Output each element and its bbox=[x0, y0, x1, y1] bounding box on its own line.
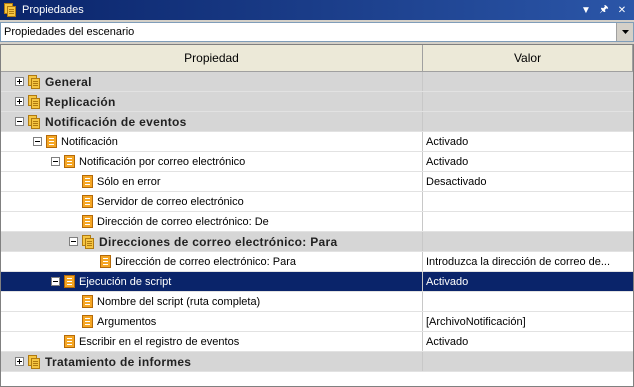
collapse-icon[interactable] bbox=[33, 137, 42, 146]
property-icon bbox=[82, 215, 93, 228]
collapse-icon[interactable] bbox=[51, 157, 60, 166]
property-icon bbox=[64, 335, 75, 348]
expand-icon[interactable] bbox=[15, 77, 24, 86]
property-icon bbox=[82, 315, 93, 328]
expand-icon[interactable] bbox=[15, 357, 24, 366]
property-name-cell[interactable]: Replicación bbox=[1, 92, 423, 111]
property-value-cell[interactable] bbox=[423, 292, 633, 311]
property-row[interactable]: Servidor de correo electrónico bbox=[1, 192, 633, 212]
property-label: Ejecución de script bbox=[79, 275, 172, 288]
panel-title: Propiedades bbox=[22, 4, 84, 16]
pin-icon[interactable]: 🖈 bbox=[596, 2, 612, 18]
property-value-cell[interactable]: Desactivado bbox=[423, 172, 633, 191]
property-name-cell[interactable]: Dirección de correo electrónico: De bbox=[1, 212, 423, 231]
property-icon bbox=[46, 135, 57, 148]
property-row[interactable]: Dirección de correo electrónico: Para Int… bbox=[1, 252, 633, 272]
property-row[interactable]: Notificación Activado bbox=[1, 132, 633, 152]
property-group-icon bbox=[28, 354, 41, 369]
property-label: Escribir en el registro de eventos bbox=[79, 335, 240, 348]
property-label: Dirección de correo electrónico: Para bbox=[115, 255, 296, 268]
property-label: Notificación bbox=[61, 135, 118, 148]
dropdown-arrow-icon[interactable]: ▼ bbox=[578, 2, 594, 18]
property-row[interactable]: Dirección de correo electrónico: De bbox=[1, 212, 633, 232]
property-label: Argumentos bbox=[97, 315, 157, 328]
property-value-cell[interactable]: Activado bbox=[423, 332, 633, 351]
property-label: Tratamiento de informes bbox=[45, 354, 192, 369]
collapse-icon[interactable] bbox=[51, 277, 60, 286]
property-label: Nombre del script (ruta completa) bbox=[97, 295, 261, 308]
property-name-cell[interactable]: Nombre del script (ruta completa) bbox=[1, 292, 423, 311]
property-icon bbox=[82, 295, 93, 308]
property-group-icon bbox=[82, 234, 95, 249]
property-name-cell[interactable]: General bbox=[1, 72, 423, 91]
property-name-cell[interactable]: Dirección de correo electrónico: Para bbox=[1, 252, 423, 271]
property-group-icon bbox=[28, 94, 41, 109]
property-row[interactable]: Escribir en el registro de eventos Activa… bbox=[1, 332, 633, 352]
property-name-cell[interactable]: Sólo en error bbox=[1, 172, 423, 191]
property-value-cell[interactable]: Activado bbox=[423, 272, 633, 291]
scope-select-value: Propiedades del escenario bbox=[4, 26, 135, 38]
property-row[interactable]: Notificación por correo electrónico Activ… bbox=[1, 152, 633, 172]
column-header-property[interactable]: Propiedad bbox=[1, 45, 423, 71]
grid-rows: General Replicación Notificación de evento… bbox=[1, 72, 633, 372]
grid-header: Propiedad Valor bbox=[1, 45, 633, 72]
category-row[interactable]: Direcciones de correo electrónico: Para bbox=[1, 232, 633, 252]
property-name-cell[interactable]: Ejecución de script bbox=[1, 272, 423, 291]
property-label: Sólo en error bbox=[97, 175, 161, 188]
property-icon bbox=[100, 255, 111, 268]
category-row[interactable]: Tratamiento de informes bbox=[1, 352, 633, 372]
category-row[interactable]: General bbox=[1, 72, 633, 92]
property-value-cell bbox=[423, 112, 633, 131]
property-name-cell[interactable]: Notificación de eventos bbox=[1, 112, 423, 131]
property-value-cell bbox=[423, 92, 633, 111]
collapse-icon[interactable] bbox=[69, 237, 78, 246]
property-label: General bbox=[45, 74, 92, 89]
property-label: Replicación bbox=[45, 94, 116, 109]
collapse-icon[interactable] bbox=[15, 117, 24, 126]
property-grid: Propiedad Valor General Replicación Notifi… bbox=[0, 44, 634, 387]
property-group-icon bbox=[28, 114, 41, 129]
property-value-cell[interactable] bbox=[423, 212, 633, 231]
property-icon bbox=[64, 155, 75, 168]
property-value-cell bbox=[423, 232, 633, 251]
property-name-cell[interactable]: Notificación por correo electrónico bbox=[1, 152, 423, 171]
property-name-cell[interactable]: Notificación bbox=[1, 132, 423, 151]
property-value-cell[interactable]: Activado bbox=[423, 152, 633, 171]
property-name-cell[interactable]: Direcciones de correo electrónico: Para bbox=[1, 232, 423, 251]
close-icon[interactable]: ✕ bbox=[614, 2, 630, 18]
property-name-cell[interactable]: Servidor de correo electrónico bbox=[1, 192, 423, 211]
property-row[interactable]: Nombre del script (ruta completa) bbox=[1, 292, 633, 312]
property-value-cell bbox=[423, 352, 633, 371]
category-row[interactable]: Notificación de eventos bbox=[1, 112, 633, 132]
property-row[interactable]: Sólo en error Desactivado bbox=[1, 172, 633, 192]
property-value-cell[interactable]: Introduzca la dirección de correo de... bbox=[423, 252, 633, 271]
property-icon bbox=[82, 195, 93, 208]
property-label: Servidor de correo electrónico bbox=[97, 195, 244, 208]
property-row[interactable]: Argumentos [ArchivoNotificación] bbox=[1, 312, 633, 332]
property-icon bbox=[82, 175, 93, 188]
category-row[interactable]: Replicación bbox=[1, 92, 633, 112]
chevron-down-icon[interactable] bbox=[616, 23, 633, 41]
property-name-cell[interactable]: Tratamiento de informes bbox=[1, 352, 423, 371]
property-value-cell[interactable]: [ArchivoNotificación] bbox=[423, 312, 633, 331]
property-value-cell[interactable]: Activado bbox=[423, 132, 633, 151]
property-value-cell[interactable] bbox=[423, 192, 633, 211]
property-label: Direcciones de correo electrónico: Para bbox=[99, 234, 338, 249]
property-name-cell[interactable]: Argumentos bbox=[1, 312, 423, 331]
property-value-cell bbox=[423, 72, 633, 91]
property-row[interactable]: Ejecución de script Activado bbox=[1, 272, 633, 292]
column-header-value[interactable]: Valor bbox=[423, 45, 633, 71]
property-icon bbox=[64, 275, 75, 288]
panel-titlebar: Propiedades ▼ 🖈 ✕ bbox=[0, 0, 634, 20]
scope-select[interactable]: Propiedades del escenario bbox=[0, 22, 634, 42]
property-label: Notificación de eventos bbox=[45, 114, 187, 129]
property-name-cell[interactable]: Escribir en el registro de eventos bbox=[1, 332, 423, 351]
property-label: Dirección de correo electrónico: De bbox=[97, 215, 269, 228]
properties-icon bbox=[4, 3, 18, 17]
expand-icon[interactable] bbox=[15, 97, 24, 106]
property-label: Notificación por correo electrónico bbox=[79, 155, 246, 168]
property-group-icon bbox=[28, 74, 41, 89]
